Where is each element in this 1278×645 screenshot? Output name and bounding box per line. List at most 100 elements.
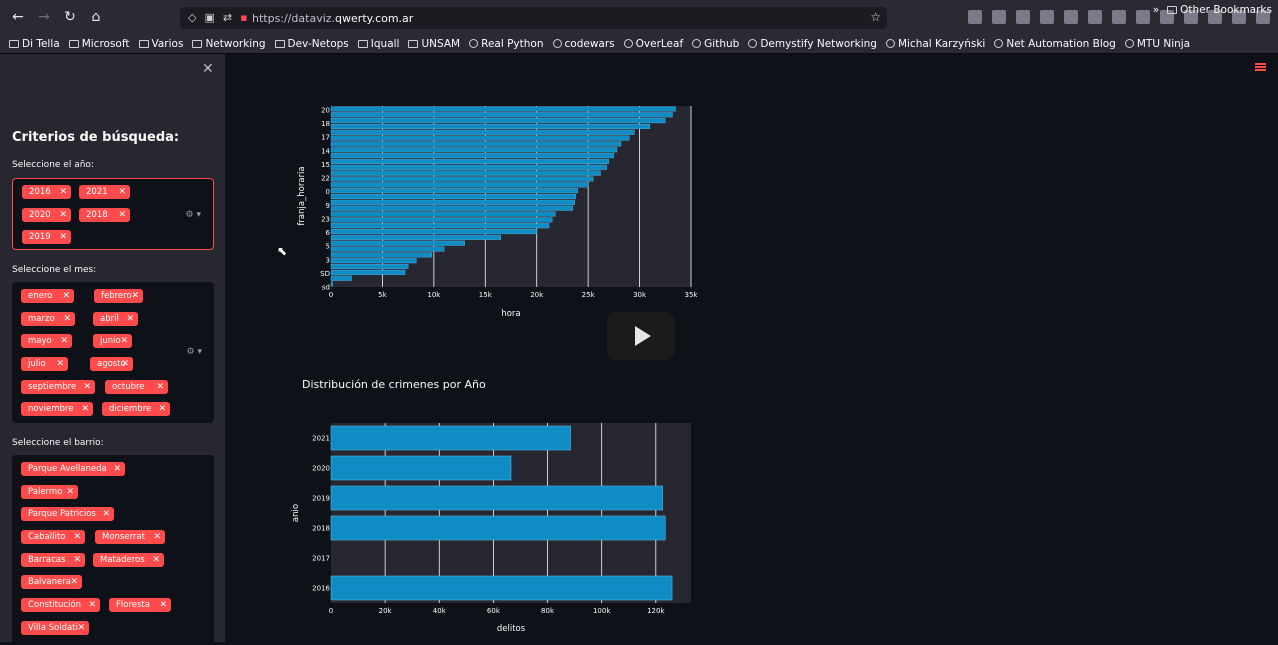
home-icon[interactable]: ⌂ <box>84 5 108 29</box>
bar[interactable] <box>330 575 673 601</box>
bar[interactable] <box>330 182 589 188</box>
selected-tag[interactable]: 2020 ✕ <box>22 208 71 222</box>
selected-tag[interactable]: marzo ✕ <box>21 312 75 326</box>
remove-tag-icon[interactable]: ✕ <box>120 334 128 348</box>
remove-tag-icon[interactable]: ✕ <box>118 208 126 222</box>
bar[interactable] <box>330 234 501 240</box>
selected-tag[interactable]: Parque Avellaneda ✕ <box>21 462 125 476</box>
bar[interactable] <box>330 258 417 264</box>
remove-tag-icon[interactable]: ✕ <box>159 598 167 612</box>
bar[interactable] <box>330 193 577 200</box>
selected-tag[interactable]: Balvanera ✕ <box>21 575 82 589</box>
bookmark-item[interactable]: Github <box>692 38 739 50</box>
bookmark-item[interactable]: Iquall <box>357 38 399 50</box>
lock-icon[interactable]: ▣ <box>204 11 214 24</box>
bar[interactable] <box>330 269 406 275</box>
bar[interactable] <box>330 252 433 258</box>
bookmark-item[interactable]: Net Automation Blog <box>994 38 1116 50</box>
permissions-icon[interactable]: ⇄ <box>223 11 232 24</box>
bookmark-star-icon[interactable]: ☆ <box>870 10 881 24</box>
url-text[interactable]: https://dataviz.qwerty.com.ar <box>252 12 413 25</box>
remove-tag-icon[interactable]: ✕ <box>118 185 126 199</box>
selected-tag[interactable]: septiembre ✕ <box>21 380 95 394</box>
bookmark-item[interactable]: Varios <box>138 38 183 50</box>
bar[interactable] <box>330 141 622 147</box>
bar[interactable] <box>330 485 663 511</box>
remove-tag-icon[interactable]: ✕ <box>88 598 96 612</box>
bar[interactable] <box>330 112 673 118</box>
extension-icon[interactable] <box>1088 10 1102 24</box>
bar[interactable] <box>330 211 556 217</box>
chevron-right-icon[interactable]: » <box>1153 4 1159 16</box>
selected-tag[interactable]: Palermo ✕ <box>21 485 78 499</box>
bar[interactable] <box>330 281 333 287</box>
selected-tag[interactable]: abril ✕ <box>93 312 138 326</box>
remove-tag-icon[interactable]: ✕ <box>60 334 68 348</box>
remove-tag-icon[interactable]: ✕ <box>113 462 121 476</box>
selected-tag[interactable]: noviembre ✕ <box>21 402 93 416</box>
selected-tag[interactable]: junio ✕ <box>93 334 132 348</box>
remove-tag-icon[interactable]: ✕ <box>66 485 74 499</box>
bar[interactable] <box>330 123 651 129</box>
selected-tag[interactable]: diciembre ✕ <box>102 402 170 416</box>
selected-tag[interactable]: Barracas ✕ <box>21 553 85 567</box>
remove-tag-icon[interactable]: ✕ <box>63 312 71 326</box>
bar[interactable] <box>330 229 537 235</box>
selected-tag[interactable]: Floresta ✕ <box>109 598 171 612</box>
remove-tag-icon[interactable]: ✕ <box>70 575 78 589</box>
bar[interactable] <box>330 199 575 205</box>
remove-tag-icon[interactable]: ✕ <box>156 380 164 394</box>
bar[interactable] <box>330 170 601 176</box>
url-bar[interactable]: ◇ ▣ ⇄ ▪ https://dataviz.qwerty.com.ar ☆ <box>180 7 887 29</box>
bookmark-item[interactable]: Demystify Networking <box>748 38 877 50</box>
bar[interactable] <box>330 176 594 182</box>
sidebar-icon[interactable] <box>1040 10 1054 24</box>
remove-tag-icon[interactable]: ✕ <box>77 621 85 635</box>
remove-tag-icon[interactable]: ✕ <box>62 289 70 303</box>
remove-tag-icon[interactable]: ✕ <box>153 530 161 544</box>
remove-tag-icon[interactable]: ✕ <box>121 357 129 371</box>
bar[interactable] <box>330 275 352 281</box>
selected-tag[interactable]: Parque Patricios ✕ <box>21 507 114 521</box>
selected-tag[interactable]: agosto ✕ <box>90 357 133 371</box>
play-button[interactable] <box>607 312 675 360</box>
back-icon[interactable]: ← <box>6 5 30 29</box>
bookmark-item[interactable]: codewars <box>552 38 615 50</box>
shield-icon[interactable]: ◇ <box>188 11 196 24</box>
remove-tag-icon[interactable]: ✕ <box>81 402 89 416</box>
selected-tag[interactable]: Monserrat ✕ <box>95 530 165 544</box>
bar[interactable] <box>330 188 579 194</box>
bar[interactable] <box>330 223 550 229</box>
month-multiselect[interactable]: ⚙ ▾ enero ✕ febrero ✕ marzo ✕ abril ✕ mayo ✕ junio… <box>12 282 214 423</box>
bookmark-item[interactable]: Networking <box>192 38 266 50</box>
selected-tag[interactable]: febrero ✕ <box>94 289 143 303</box>
bar[interactable] <box>330 455 512 481</box>
bar[interactable] <box>330 425 571 451</box>
bookmark-item[interactable]: UNSAM <box>408 38 460 50</box>
pocket-icon[interactable] <box>968 10 982 24</box>
bookmark-item[interactable]: OverLeaf <box>623 38 683 50</box>
dropdown-icon[interactable]: ⚙ ▾ <box>186 210 201 220</box>
remove-tag-icon[interactable]: ✕ <box>59 230 67 244</box>
bar[interactable] <box>330 515 666 541</box>
remove-tag-icon[interactable]: ✕ <box>73 530 81 544</box>
bar[interactable] <box>330 129 635 135</box>
remove-tag-icon[interactable]: ✕ <box>158 402 166 416</box>
remove-tag-icon[interactable]: ✕ <box>131 289 139 303</box>
bar[interactable] <box>330 147 618 153</box>
bar[interactable] <box>330 240 465 246</box>
bar[interactable] <box>330 205 573 211</box>
year-multiselect[interactable]: ⚙ ▾ 2016 ✕ 2021 ✕ 2020 ✕ 2018 ✕ 2019 ✕ <box>12 178 214 250</box>
selected-tag[interactable]: julio ✕ <box>21 357 68 371</box>
barrio-multiselect[interactable]: Parque Avellaneda ✕ Palermo ✕ Parque Patrici… <box>12 455 214 645</box>
selected-tag[interactable]: 2018 ✕ <box>79 208 130 222</box>
selected-tag[interactable]: 2016 ✕ <box>22 185 71 199</box>
remove-tag-icon[interactable]: ✕ <box>59 185 67 199</box>
bar[interactable] <box>330 106 676 112</box>
extension-icon[interactable] <box>1064 10 1078 24</box>
remove-tag-icon[interactable]: ✕ <box>56 357 64 371</box>
download-icon[interactable] <box>992 10 1006 24</box>
remove-tag-icon[interactable]: ✕ <box>59 208 67 222</box>
extension-icon[interactable] <box>1136 10 1150 24</box>
remove-tag-icon[interactable]: ✕ <box>126 312 134 326</box>
